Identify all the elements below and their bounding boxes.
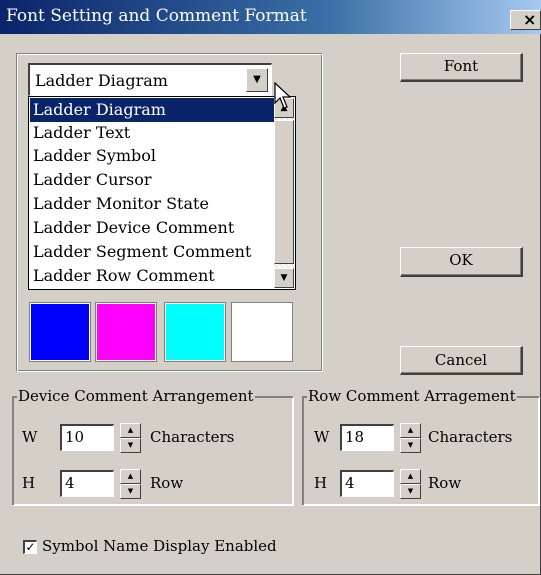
close-icon: × — [523, 10, 537, 29]
display-target-dropdown-list: Ladder Diagram Ladder Text Ladder Symbol… — [28, 96, 296, 290]
mouse-pointer-icon — [274, 82, 292, 109]
checkmark-icon: ✓ — [25, 540, 36, 554]
chevron-down-icon: ▼ — [253, 74, 261, 85]
device-height-stepper[interactable]: ▲ ▼ — [120, 469, 141, 499]
dropdown-option-ladder-cursor[interactable]: Ladder Cursor — [30, 168, 276, 192]
device-w-label: W — [22, 428, 38, 446]
device-height-input[interactable]: 4 — [60, 470, 114, 497]
dropdown-option-ladder-row-comment[interactable]: Ladder Row Comment — [30, 264, 276, 288]
combobox-selected-value: Ladder Diagram — [35, 71, 168, 90]
dropdown-option-ladder-diagram[interactable]: Ladder Diagram — [30, 98, 276, 122]
row-width-input[interactable]: 18 — [340, 424, 394, 451]
dialog-title: Font Setting and Comment Format — [6, 6, 307, 26]
row-h-unit: Row — [428, 474, 462, 492]
swatch-blue[interactable] — [30, 303, 90, 361]
spin-down-icon[interactable]: ▼ — [120, 484, 141, 499]
spin-up-icon[interactable]: ▲ — [120, 469, 141, 484]
spin-up-icon[interactable]: ▲ — [400, 423, 421, 438]
dropdown-option-ladder-device-comment[interactable]: Ladder Device Comment — [30, 216, 276, 240]
swatch-white[interactable] — [232, 303, 292, 361]
dropdown-option-ladder-symbol[interactable]: Ladder Symbol — [30, 144, 276, 168]
spin-up-icon[interactable]: ▲ — [400, 469, 421, 484]
row-h-label: H — [314, 474, 328, 492]
swatch-magenta[interactable] — [96, 303, 156, 361]
row-height-input[interactable]: 4 — [340, 470, 394, 497]
ok-button[interactable]: OK — [400, 247, 523, 277]
symbol-display-label[interactable]: Symbol Name Display Enabled — [42, 537, 277, 555]
row-comment-legend: Row Comment Arragement — [307, 387, 517, 405]
device-h-label: H — [22, 474, 36, 492]
row-comment-group: Row Comment Arragement — [302, 387, 540, 506]
device-h-unit: Row — [150, 474, 184, 492]
cancel-button-label: Cancel — [434, 351, 488, 369]
device-width-stepper[interactable]: ▲ ▼ — [120, 423, 141, 453]
dropdown-option-ladder-monitor-state[interactable]: Ladder Monitor State — [30, 192, 276, 216]
spin-down-icon[interactable]: ▼ — [120, 438, 141, 453]
title-bar[interactable]: Font Setting and Comment Format × — [0, 0, 541, 34]
row-w-unit: Characters — [428, 428, 513, 446]
ok-button-label: OK — [449, 251, 473, 269]
swatch-cyan[interactable] — [165, 303, 225, 361]
dropdown-option-ladder-segment-comment[interactable]: Ladder Segment Comment — [30, 240, 276, 264]
row-height-stepper[interactable]: ▲ ▼ — [400, 469, 421, 499]
row-width-stepper[interactable]: ▲ ▼ — [400, 423, 421, 453]
font-button[interactable]: Font — [400, 53, 523, 82]
dropdown-option-ladder-text[interactable]: Ladder Text — [30, 121, 276, 145]
arrow-down-icon: ▼ — [280, 273, 288, 283]
font-setting-dialog: Font Setting and Comment Format × Ladder… — [0, 0, 541, 575]
spin-up-icon[interactable]: ▲ — [120, 423, 141, 438]
spin-down-icon[interactable]: ▼ — [400, 438, 421, 453]
row-w-label: W — [314, 428, 330, 446]
close-button[interactable]: × — [510, 10, 541, 30]
combobox-dropdown-button[interactable]: ▼ — [246, 68, 268, 92]
device-w-unit: Characters — [150, 428, 235, 446]
cancel-button[interactable]: Cancel — [400, 346, 523, 375]
symbol-display-checkbox[interactable]: ✓ — [23, 540, 37, 554]
device-comment-legend: Device Comment Arrangement — [17, 387, 255, 405]
font-button-label: Font — [443, 57, 479, 75]
spin-down-icon[interactable]: ▼ — [400, 484, 421, 499]
display-target-combobox[interactable]: Ladder Diagram ▼ — [28, 63, 272, 96]
dropdown-scrollbar[interactable]: ▲ ▼ — [274, 98, 294, 288]
scrollbar-thumb[interactable] — [274, 120, 294, 264]
scroll-down-button[interactable]: ▼ — [274, 268, 294, 288]
device-width-input[interactable]: 10 — [60, 424, 114, 451]
